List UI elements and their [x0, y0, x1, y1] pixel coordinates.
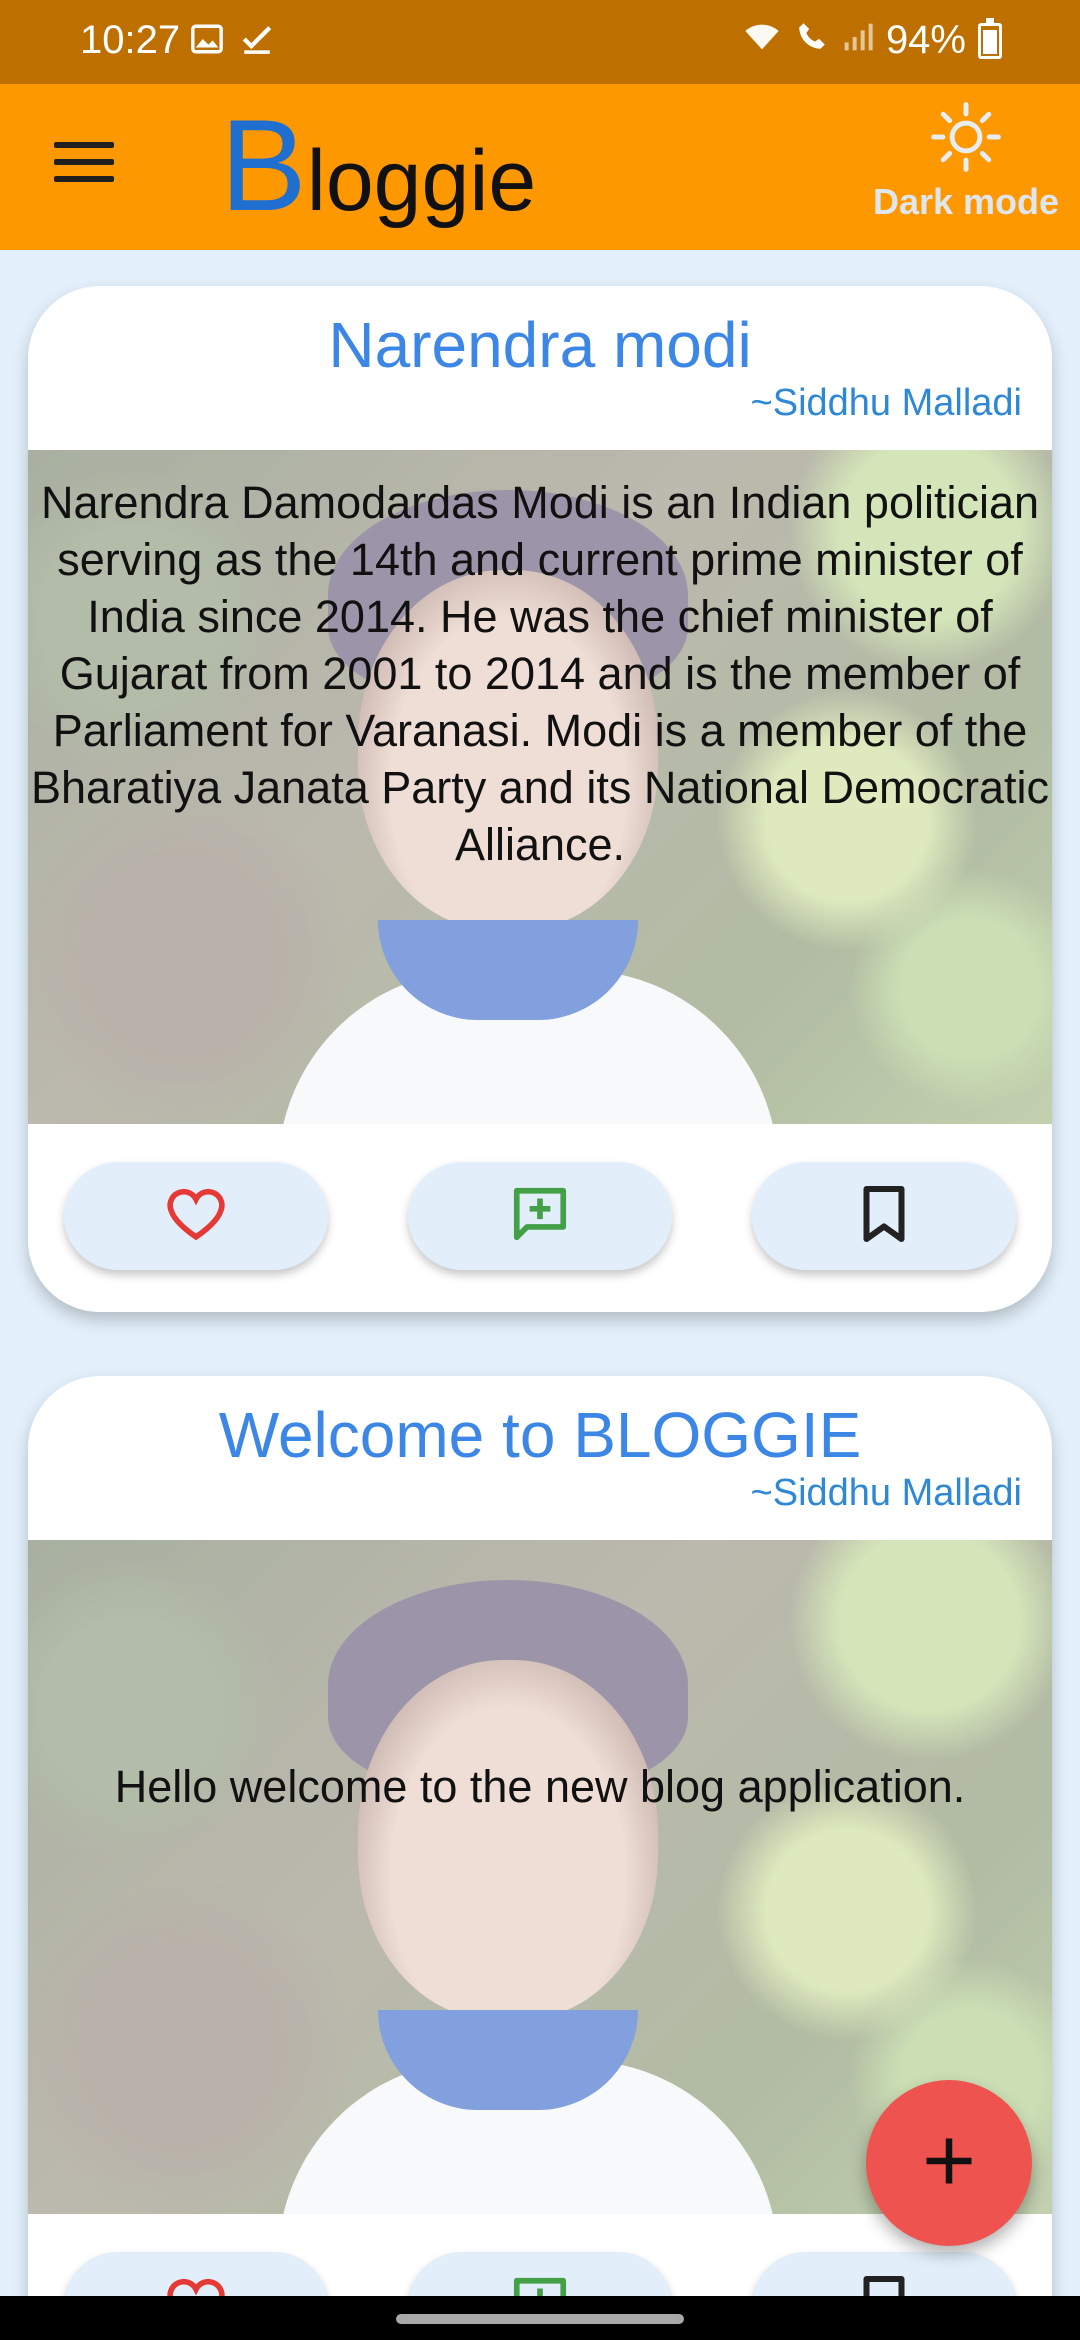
bookmark-button[interactable] — [752, 1162, 1016, 1270]
wifi-call-icon — [794, 18, 830, 63]
app-title: Bloggie — [220, 100, 536, 230]
post-body: Hello welcome to the new blog applicatio… — [114, 1761, 966, 1812]
signal-icon — [842, 18, 874, 63]
post-author[interactable]: ~Siddhu Malladi — [751, 382, 1022, 425]
status-bar: 10:27 94% — [0, 0, 1080, 84]
gallery-icon — [190, 22, 224, 61]
status-time: 10:27 — [80, 18, 181, 62]
post-title: Narendra modi — [328, 309, 752, 381]
app-bar: Bloggie Dark mode — [0, 84, 1080, 250]
battery-percent: 94% — [885, 18, 966, 62]
post-title: Welcome to BLOGGIE — [218, 1399, 862, 1471]
home-handle[interactable] — [396, 2314, 684, 2324]
plus-icon — [919, 2131, 979, 2196]
dark-mode-toggle[interactable]: Dark mode — [866, 100, 1066, 223]
add-post-button[interactable] — [866, 2080, 1032, 2246]
system-nav-bar — [0, 2296, 1080, 2340]
screen: 10:27 94% Bloggie Dark mode Narendra mod… — [0, 0, 1080, 2340]
comment-button[interactable] — [408, 1162, 672, 1270]
post-card[interactable]: Narendra modi ~Siddhu Malladi Narendra D… — [28, 286, 1052, 1312]
heart-icon — [165, 1186, 227, 1247]
wifi-icon — [742, 18, 782, 63]
post-actions — [28, 1124, 1052, 1312]
battery-icon — [978, 17, 1002, 59]
sun-icon — [929, 102, 1003, 178]
post-body: Narendra Damodardas Modi is an Indian po… — [31, 477, 1049, 870]
like-button[interactable] — [64, 1162, 328, 1270]
post-image: Narendra Damodardas Modi is an Indian po… — [28, 450, 1052, 1124]
menu-icon[interactable] — [54, 142, 114, 192]
check-icon — [240, 22, 274, 61]
add-comment-icon — [509, 1183, 571, 1250]
brand-rest: loggie — [306, 133, 537, 229]
brand-letter: B — [220, 92, 307, 238]
bookmark-icon — [859, 1184, 909, 1249]
post-author[interactable]: ~Siddhu Malladi — [751, 1472, 1022, 1515]
dark-mode-label: Dark mode — [872, 181, 1060, 222]
